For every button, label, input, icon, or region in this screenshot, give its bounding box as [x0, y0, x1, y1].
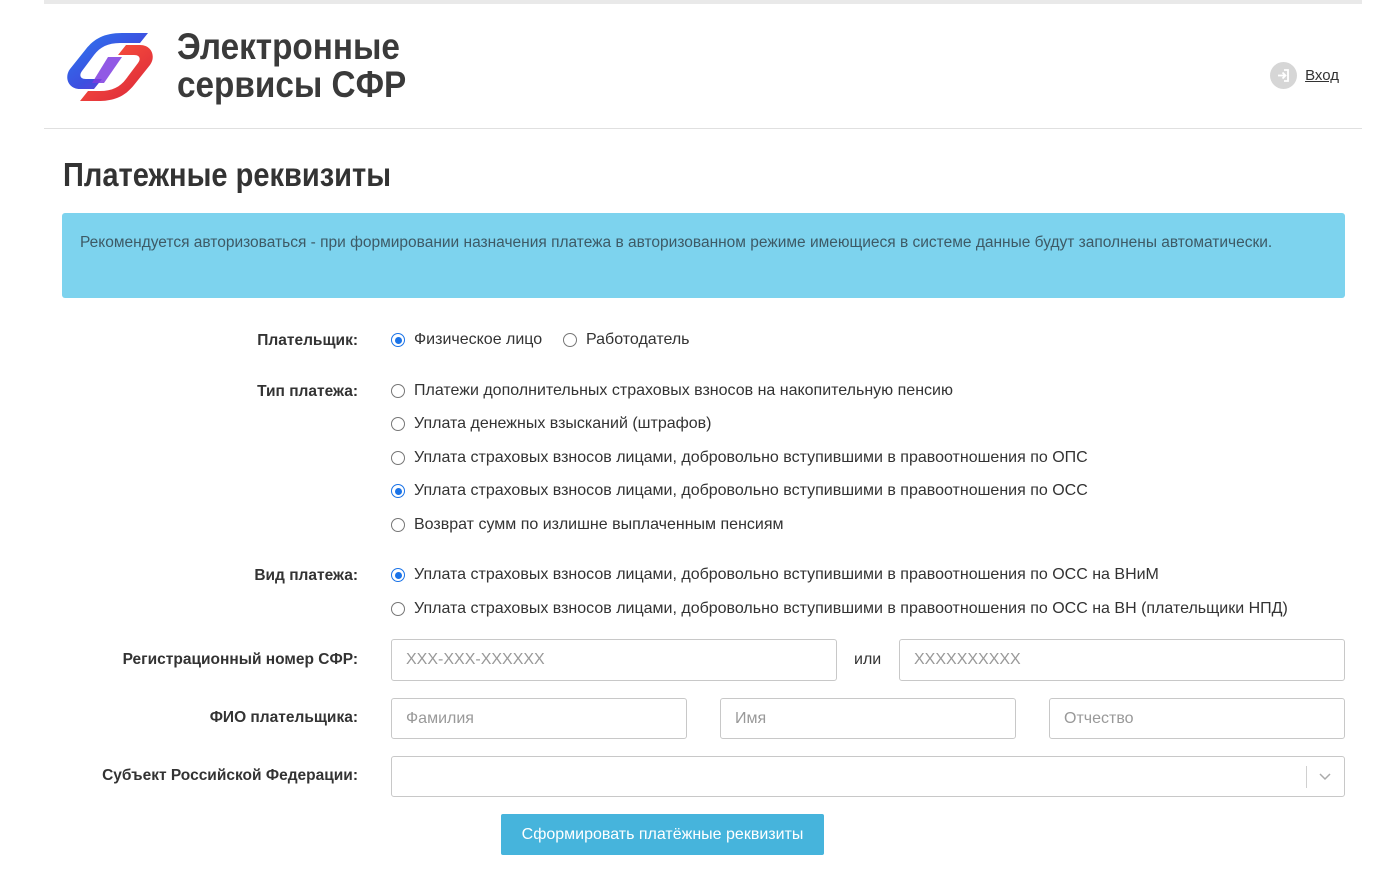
payment-kind-option-label: Уплата страховых взносов лицами, доброво… [414, 566, 1159, 583]
payment-type-option[interactable]: Платежи дополнительных страховых взносов… [391, 382, 953, 400]
payment-type-label: Тип платежа: [257, 383, 358, 400]
sfr-logo-icon [67, 33, 153, 101]
page-title: Платежные реквизиты [63, 156, 392, 193]
radio-dot[interactable] [563, 333, 577, 347]
payer-option-label: Работодатель [586, 331, 690, 348]
region-select[interactable] [391, 756, 1345, 797]
radio-dot[interactable] [391, 333, 405, 347]
patronymic-input[interactable] [1049, 698, 1345, 739]
login-label[interactable]: Вход [1305, 67, 1339, 84]
payer-option-label: Физическое лицо [414, 331, 543, 348]
or-label: или [854, 651, 882, 668]
logo-line-1: Электронные [177, 26, 400, 67]
payment-type-option-label: Возврат сумм по излишне выплаченным пенс… [414, 516, 784, 533]
payment-type-option-label: Уплата страховых взносов лицами, доброво… [414, 449, 1088, 466]
info-alert: Рекомендуется авторизоваться - при форми… [62, 213, 1345, 298]
payment-type-option[interactable]: Уплата страховых взносов лицами, доброво… [391, 482, 1088, 500]
site-header: Электронные сервисы СФР Вход [44, 4, 1362, 129]
radio-dot[interactable] [391, 602, 405, 616]
payment-type-option-label: Уплата денежных взысканий (штрафов) [414, 415, 712, 432]
login-link[interactable]: Вход [1270, 62, 1339, 89]
sign-in-icon [1270, 62, 1298, 89]
payer-option-individual[interactable]: Физическое лицо [391, 331, 542, 349]
payment-kind-option-label: Уплата страховых взносов лицами, доброво… [414, 600, 1288, 617]
payment-type-option-label: Платежи дополнительных страховых взносов… [414, 382, 953, 399]
reg-number-input[interactable] [391, 639, 837, 681]
payer-option-employer[interactable]: Работодатель [563, 331, 690, 349]
payment-kind-option[interactable]: Уплата страховых взносов лицами, доброво… [391, 566, 1159, 584]
radio-dot[interactable] [391, 568, 405, 582]
radio-dot[interactable] [391, 451, 405, 465]
radio-dot[interactable] [391, 384, 405, 398]
name-input[interactable] [720, 698, 1016, 739]
payment-type-option[interactable]: Уплата денежных взысканий (штрафов) [391, 415, 712, 433]
region-label: Субъект Российской Федерации: [102, 767, 358, 784]
payment-type-option[interactable]: Уплата страховых взносов лицами, доброво… [391, 449, 1088, 467]
payment-kind-label: Вид платежа: [254, 567, 358, 584]
surname-input[interactable] [391, 698, 687, 739]
generate-requisites-button[interactable]: Сформировать платёжные реквизиты [501, 814, 824, 855]
logo-line-2: сервисы СФР [177, 64, 407, 105]
payment-kind-option[interactable]: Уплата страховых взносов лицами, доброво… [391, 600, 1288, 618]
fio-label: ФИО плательщика: [209, 709, 358, 726]
select-separator [1306, 766, 1307, 788]
logo-text: Электронные сервисы СФР [177, 28, 406, 104]
reg-number-alt-input[interactable] [899, 639, 1345, 681]
radio-dot[interactable] [391, 417, 405, 431]
payment-type-option[interactable]: Возврат сумм по излишне выплаченным пенс… [391, 516, 784, 534]
radio-dot[interactable] [391, 518, 405, 532]
payer-label: Плательщик: [257, 332, 358, 349]
reg-number-label: Регистрационный номер СФР: [122, 651, 358, 668]
payment-type-option-label: Уплата страховых взносов лицами, доброво… [414, 482, 1088, 499]
radio-dot[interactable] [391, 484, 405, 498]
chevron-down-icon[interactable] [1317, 768, 1333, 784]
